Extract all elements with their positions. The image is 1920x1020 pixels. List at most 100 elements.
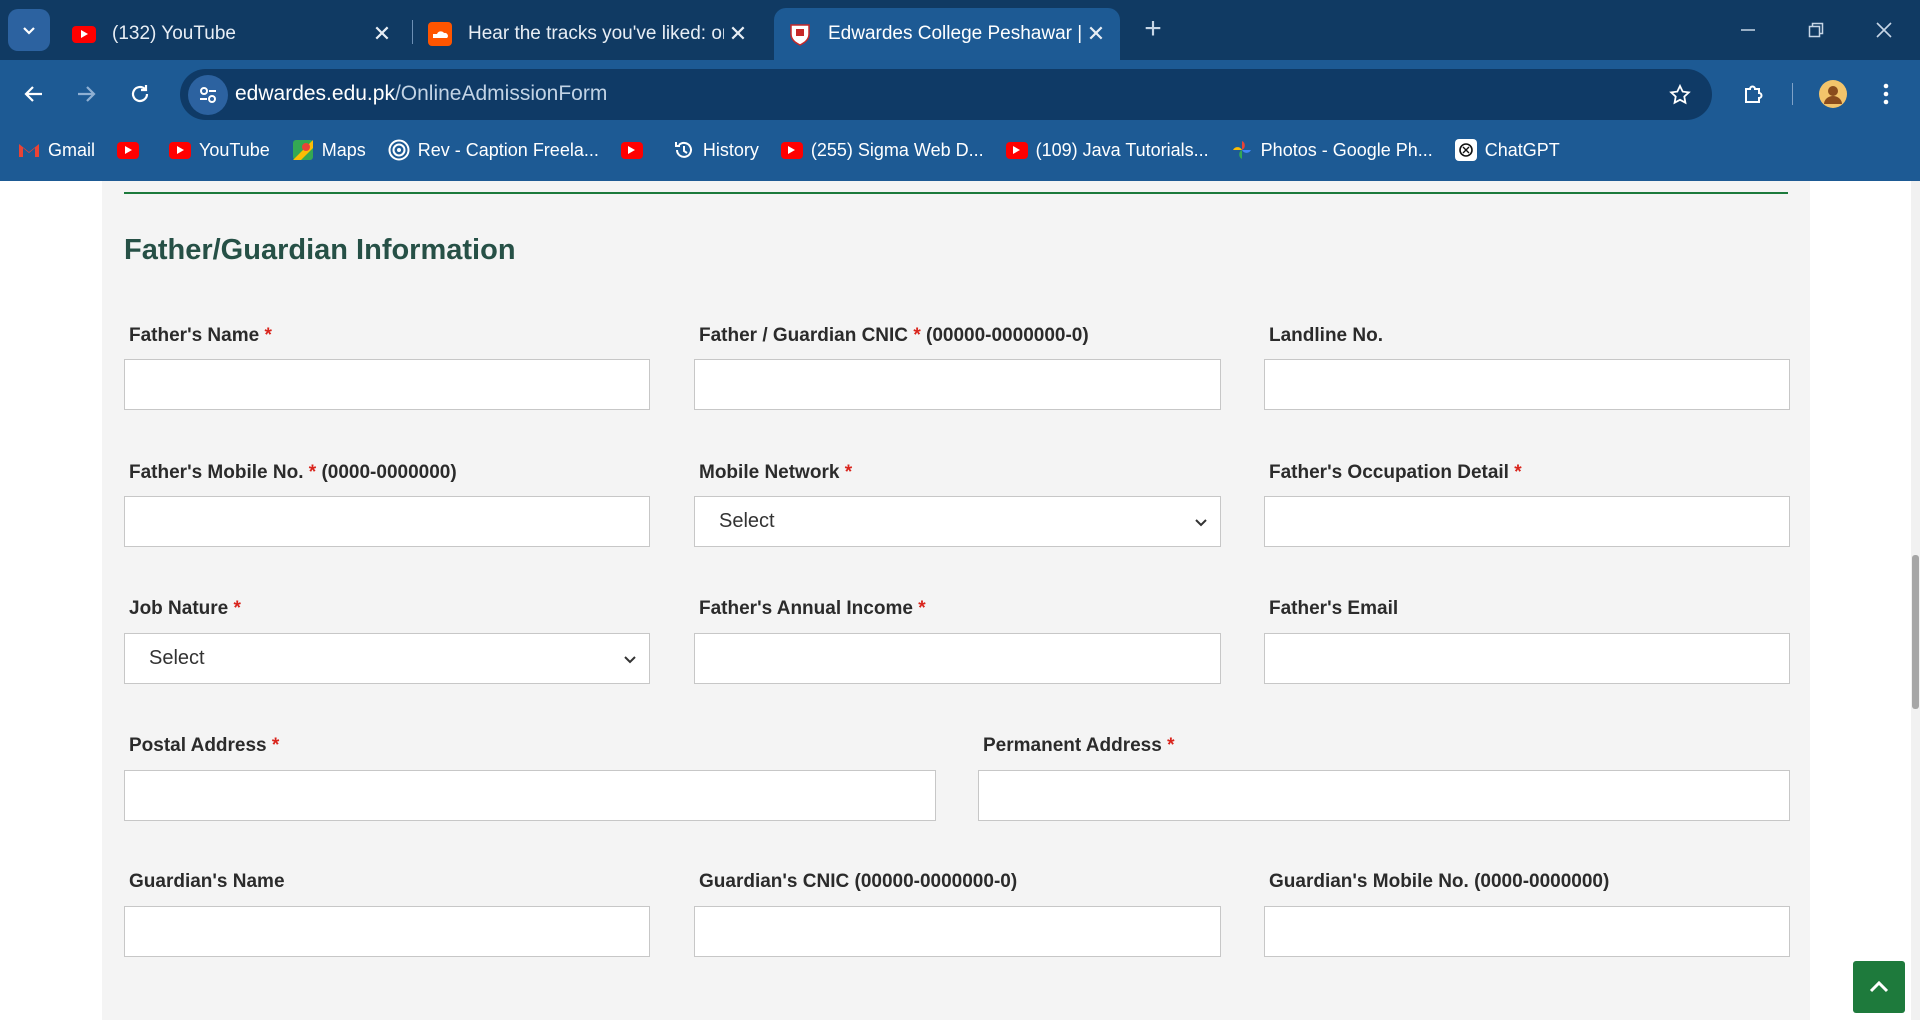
tab-title: Edwardes College Peshawar | EC xyxy=(828,23,1082,44)
close-icon[interactable]: ✕ xyxy=(724,20,752,48)
bookmark-youtube-2[interactable] xyxy=(620,139,651,161)
reload-button[interactable] xyxy=(120,74,160,114)
history-icon xyxy=(673,139,695,161)
bookmark-maps[interactable]: Maps xyxy=(292,139,366,161)
youtube-icon xyxy=(1005,139,1028,161)
bookmark-history[interactable]: History xyxy=(673,139,759,161)
bookmark-label: ChatGPT xyxy=(1484,139,1560,160)
permanent-address-label: Permanent Address * xyxy=(983,735,1175,756)
father-cnic-label: Father / Guardian CNIC * (00000-0000000-… xyxy=(699,325,1089,346)
guardian-cnic-input[interactable] xyxy=(694,906,1221,957)
chevron-down-icon xyxy=(624,656,636,664)
address-bar[interactable]: edwardes.edu.pk/OnlineAdmissionForm xyxy=(180,69,1712,120)
bookmark-label: Rev - Caption Freela... xyxy=(417,139,599,160)
chevron-down-icon xyxy=(23,27,35,35)
landline-input[interactable] xyxy=(1264,359,1790,410)
youtube-icon xyxy=(780,139,803,161)
postal-address-input[interactable] xyxy=(124,770,936,821)
bookmark-chatgpt[interactable]: ChatGPT xyxy=(1454,139,1560,161)
fathers-name-label: Father's Name * xyxy=(129,325,272,346)
forward-button[interactable] xyxy=(66,74,106,114)
father-email-input[interactable] xyxy=(1264,633,1790,684)
father-mobile-input[interactable] xyxy=(124,496,650,547)
bookmark-youtube-1[interactable] xyxy=(117,139,147,161)
tab-soundcloud[interactable]: Hear the tracks you've liked: on ✕ xyxy=(414,8,762,60)
bookmark-label: Gmail xyxy=(48,139,96,160)
scroll-to-top-button[interactable] xyxy=(1853,961,1905,1013)
tab-separator xyxy=(412,20,413,44)
guardian-name-input[interactable] xyxy=(124,906,650,957)
tab-strip: (132) YouTube ✕ Hear the tracks you've l… xyxy=(0,0,1920,60)
rev-icon xyxy=(388,139,410,161)
mobile-network-label: Mobile Network * xyxy=(699,462,853,483)
section-divider xyxy=(124,192,1788,194)
bookmarks-bar: Gmail YouTube Maps Rev - Caption Freela.… xyxy=(0,130,1920,170)
google-photos-icon xyxy=(1231,139,1253,161)
window-close-button[interactable] xyxy=(1864,10,1904,50)
url-domain: edwardes.edu.pk xyxy=(235,82,395,105)
bookmark-label: Maps xyxy=(321,139,366,160)
bookmark-youtube[interactable]: YouTube xyxy=(169,139,270,161)
page-content: Father/Guardian Information Father's Nam… xyxy=(0,181,1920,1020)
tab-youtube[interactable]: (132) YouTube ✕ xyxy=(58,8,406,60)
profile-avatar[interactable] xyxy=(1813,74,1853,114)
father-cnic-input[interactable] xyxy=(694,359,1221,410)
more-vertical-icon xyxy=(1883,83,1889,105)
tab-search-button[interactable] xyxy=(8,9,50,51)
father-email-label: Father's Email xyxy=(1269,598,1399,619)
job-nature-select[interactable]: Select xyxy=(124,633,650,684)
bookmark-google-photos[interactable]: Photos - Google Ph... xyxy=(1231,139,1433,161)
avatar-icon xyxy=(1819,80,1847,108)
scrollbar-thumb[interactable] xyxy=(1912,555,1919,709)
chevron-up-icon xyxy=(1869,980,1889,993)
college-crest-icon xyxy=(788,22,812,46)
annual-income-input[interactable] xyxy=(694,633,1221,684)
fathers-name-input[interactable] xyxy=(124,359,650,410)
chatgpt-icon xyxy=(1454,139,1477,161)
bookmark-label: History xyxy=(702,139,759,160)
bookmark-label: YouTube xyxy=(199,139,270,160)
selected-value: Select xyxy=(149,647,205,669)
guardian-mobile-label: Guardian's Mobile No. (0000-0000000) xyxy=(1269,871,1610,892)
occupation-input[interactable] xyxy=(1264,496,1790,547)
chrome-menu-button[interactable] xyxy=(1866,74,1906,114)
postal-address-label: Postal Address * xyxy=(129,735,280,756)
close-icon[interactable]: ✕ xyxy=(368,20,396,48)
bookmark-java-tutorials[interactable]: (109) Java Tutorials... xyxy=(1005,139,1209,161)
toolbar-divider xyxy=(1792,83,1793,105)
close-icon xyxy=(1876,22,1892,38)
tab-title: (132) YouTube xyxy=(112,23,236,44)
maps-icon xyxy=(292,139,314,161)
extensions-button[interactable] xyxy=(1734,74,1774,114)
site-info-button[interactable] xyxy=(188,75,228,115)
minimize-icon xyxy=(1741,29,1755,31)
guardian-mobile-input[interactable] xyxy=(1264,906,1790,957)
close-icon[interactable]: ✕ xyxy=(1082,20,1110,48)
minimize-button[interactable] xyxy=(1728,10,1768,50)
restore-icon xyxy=(1808,22,1824,38)
guardian-cnic-label: Guardian's CNIC (00000-0000000-0) xyxy=(699,871,1018,892)
bookmark-rev[interactable]: Rev - Caption Freela... xyxy=(388,139,599,161)
father-mobile-label: Father's Mobile No. * (0000-0000000) xyxy=(129,462,457,483)
bookmark-star-button[interactable] xyxy=(1664,79,1696,111)
guardian-name-label: Guardian's Name xyxy=(129,871,285,892)
puzzle-icon xyxy=(1745,85,1763,103)
occupation-label: Father's Occupation Detail * xyxy=(1269,462,1522,483)
annual-income-label: Father's Annual Income * xyxy=(699,598,926,619)
mobile-network-select[interactable]: Select xyxy=(694,496,1221,547)
restore-button[interactable] xyxy=(1796,10,1836,50)
youtube-icon xyxy=(72,22,96,46)
permanent-address-input[interactable] xyxy=(978,770,1790,821)
bookmark-sigma-web[interactable]: (255) Sigma Web D... xyxy=(780,139,984,161)
tab-edwardes-college[interactable]: Edwardes College Peshawar | EC ✕ xyxy=(774,8,1120,60)
url-text[interactable]: edwardes.edu.pk/OnlineAdmissionForm xyxy=(235,82,607,106)
new-tab-button[interactable]: + xyxy=(1138,14,1168,44)
admission-form: Father/Guardian Information Father's Nam… xyxy=(102,181,1810,1020)
gmail-icon xyxy=(18,139,40,161)
section-title: Father/Guardian Information xyxy=(124,234,516,266)
youtube-icon xyxy=(117,139,140,161)
back-button[interactable] xyxy=(14,74,54,114)
forward-arrow-icon xyxy=(78,86,96,102)
bookmark-gmail[interactable]: Gmail xyxy=(18,139,95,161)
soundcloud-icon xyxy=(428,22,452,46)
